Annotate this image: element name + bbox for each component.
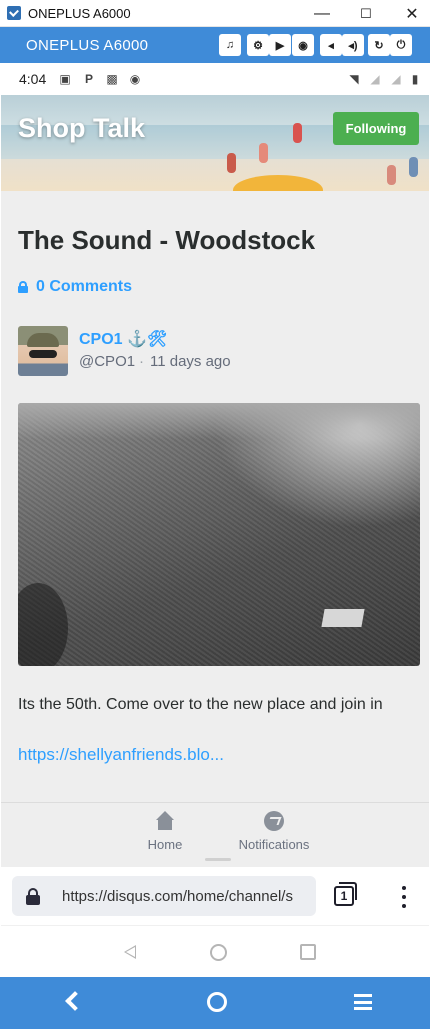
app-icon xyxy=(7,6,21,20)
more-menu-button[interactable] xyxy=(399,886,409,908)
headphones-icon[interactable]: ♫ xyxy=(219,34,241,56)
recents-icon[interactable] xyxy=(300,944,316,960)
comments-link[interactable]: 0 Comments xyxy=(18,278,132,296)
signal-2-icon: ◢ xyxy=(391,72,401,86)
browser-toolbar: https://disqus.com/home/channel/s 1 xyxy=(1,867,429,925)
dot-icon xyxy=(402,895,406,899)
device-back-icon[interactable] xyxy=(65,991,85,1011)
volume-up-icon[interactable]: ◂) xyxy=(342,34,364,56)
power-icon[interactable]: ⏻ xyxy=(390,34,412,56)
device-menu-icon[interactable] xyxy=(354,994,372,1010)
notifications-icon xyxy=(264,811,284,831)
channel-name[interactable]: Shop Talk xyxy=(18,113,145,144)
avatar-glasses xyxy=(29,350,57,358)
avatar-cap xyxy=(27,333,59,347)
home-icon xyxy=(155,811,175,831)
dot-icon xyxy=(402,886,406,890)
status-bar: 4:04 ▣ P ▩ ◉ ◥ ◢ ◢ ▮ xyxy=(1,63,429,95)
gear-icon[interactable]: ⚙ xyxy=(247,34,269,56)
minimize-button[interactable]: — xyxy=(299,0,345,27)
signal-icon: ◢ xyxy=(370,72,380,86)
image-stage xyxy=(321,609,365,627)
nav-notifications-label: Notifications xyxy=(238,837,310,852)
drag-handle[interactable] xyxy=(205,858,231,861)
nav-home-label: Home xyxy=(147,837,183,852)
post-title: The Sound - Woodstock xyxy=(18,225,316,255)
close-button[interactable]: ✕ xyxy=(389,0,430,27)
window-titlebar: ONEPLUS A6000 — ☐ ✕ xyxy=(0,0,430,27)
banner-umbrella xyxy=(233,175,323,191)
wifi-icon: ◥ xyxy=(349,72,359,86)
device-toolbar: ONEPLUS A6000 ♫ ⚙ ▶ ◉ ◂ ◂) ↻ ⏻ xyxy=(0,27,430,63)
author-handle: @CPO1 xyxy=(79,353,136,370)
banner-figure xyxy=(259,143,268,163)
device-title: ONEPLUS A6000 xyxy=(26,37,149,54)
post-text: Its the 50th. Come over to the new place… xyxy=(18,696,383,713)
post-time[interactable]: 11 days ago xyxy=(150,353,231,370)
maximize-button[interactable]: ☐ xyxy=(343,0,389,27)
dot-icon xyxy=(402,904,406,908)
device-bottom-bar xyxy=(0,977,430,1029)
image-shadow xyxy=(18,583,68,666)
screenshot-icon[interactable]: ◉ xyxy=(292,34,314,56)
parking-icon: P xyxy=(84,72,93,86)
sync-icon: ◉ xyxy=(129,72,141,86)
following-button[interactable]: Following xyxy=(333,112,419,145)
image-horizon xyxy=(18,403,420,439)
banner-figure xyxy=(387,165,396,185)
post-link[interactable]: https://shellyanfriends.blo... xyxy=(18,745,224,765)
rotate-icon[interactable]: ↻ xyxy=(368,34,390,56)
image-icon: ▩ xyxy=(106,72,118,86)
battery-icon: ▮ xyxy=(411,72,419,86)
lock-icon[interactable] xyxy=(26,888,40,905)
channel-banner: Shop Talk Following xyxy=(1,95,429,191)
url-text[interactable]: https://disqus.com/home/channel/s xyxy=(62,888,312,905)
banner-figure xyxy=(293,123,302,143)
lock-icon xyxy=(18,281,28,293)
nav-home[interactable]: Home xyxy=(137,811,193,852)
banner-figure xyxy=(227,153,236,173)
separator-dot: · xyxy=(139,353,144,370)
avatar[interactable] xyxy=(18,326,68,376)
tabs-button[interactable]: 1 xyxy=(334,882,357,906)
window-title: ONEPLUS A6000 xyxy=(28,6,131,21)
status-time: 4:04 xyxy=(19,71,47,87)
comments-count: 0 Comments xyxy=(36,278,133,295)
back-icon[interactable] xyxy=(122,944,136,960)
device-home-icon[interactable] xyxy=(207,992,227,1012)
post-image[interactable] xyxy=(18,403,420,666)
nav-notifications[interactable]: Notifications xyxy=(227,811,321,852)
volume-down-icon[interactable]: ◂ xyxy=(320,34,342,56)
camera-video-icon[interactable]: ▶ xyxy=(269,34,291,56)
author-name[interactable]: CPO1 ⚓🛠 xyxy=(79,329,167,349)
home-circle-icon[interactable] xyxy=(210,944,227,961)
channel-page: Shop Talk Following The Sound - Woodstoc… xyxy=(1,95,429,867)
gmail-icon: ▣ xyxy=(59,72,71,86)
banner-figure xyxy=(409,157,418,177)
android-nav-bar xyxy=(1,925,429,977)
url-bar[interactable]: https://disqus.com/home/channel/s xyxy=(12,876,316,916)
